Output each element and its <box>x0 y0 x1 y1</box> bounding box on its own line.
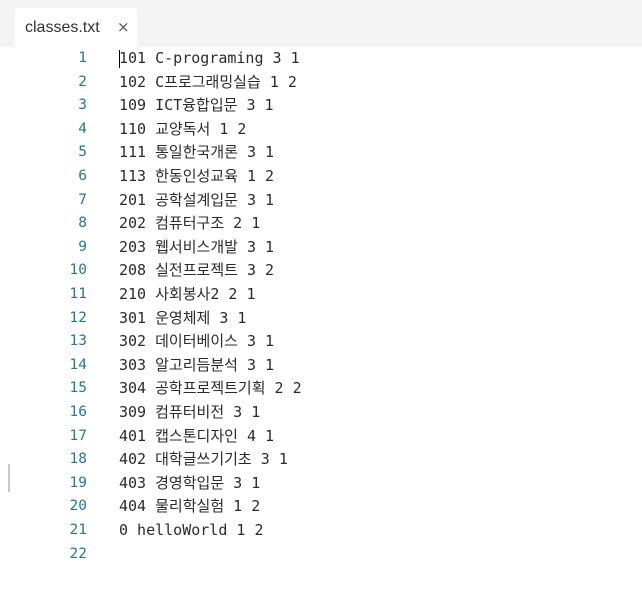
line-number-gutter: 1 2 3 4 5 6 7 8 9 10 11 12 13 14 15 16 17 18 19 20 21 22 <box>15 47 105 613</box>
line-number: 15 <box>69 380 87 397</box>
line-number: 6 <box>78 168 87 184</box>
editor-line[interactable]: 404 물리학실험 1 2 <box>119 495 642 519</box>
editor-line[interactable]: 0 helloWorld 1 2 <box>119 519 642 543</box>
line-number: 5 <box>78 144 87 161</box>
editor-line[interactable]: 101 C-programing 3 1 <box>119 47 642 71</box>
line-number: 9 <box>78 238 87 255</box>
editor-line[interactable]: 203 웹서비스개발 3 1 <box>119 236 642 260</box>
editor-line[interactable]: 210 사회봉사2 2 1 <box>119 283 642 307</box>
line-number: 2 <box>78 73 87 90</box>
editor-line[interactable]: 202 컴퓨터구조 2 1 <box>119 212 642 236</box>
editor-line[interactable]: 403 경영학입문 3 1 <box>119 472 642 496</box>
editor-line[interactable]: 110 교양독서 1 2 <box>119 118 642 142</box>
line-number: 10 <box>69 262 87 279</box>
line-number: 16 <box>69 404 87 420</box>
editor-line[interactable]: 201 공학설계입문 3 1 <box>119 189 642 213</box>
editor-line[interactable]: 401 캡스톤디자인 4 1 <box>119 425 642 449</box>
close-icon[interactable]: × <box>117 18 130 36</box>
editor-line[interactable]: 301 운영체제 3 1 <box>119 307 642 331</box>
line-number: 7 <box>78 191 87 208</box>
line-number: 13 <box>69 333 87 350</box>
text-editor[interactable]: 1 2 3 4 5 6 7 8 9 10 11 12 13 14 15 16 17 18 19 20 21 22 101 … <box>15 47 642 613</box>
tab-classes-txt[interactable]: classes.txt × <box>15 8 137 47</box>
line-number: 18 <box>69 451 87 468</box>
line-number: 1 <box>78 50 87 66</box>
text-cursor <box>119 50 120 68</box>
line-number: 17 <box>69 427 87 444</box>
editor-line[interactable]: 303 알고리듬분석 3 1 <box>119 354 642 378</box>
editor-line[interactable]: 208 실전프로젝트 3 2 <box>119 259 642 283</box>
editor-line[interactable]: 304 공학프로젝트기획 2 2 <box>119 377 642 401</box>
line-number: 21 <box>69 522 87 538</box>
line-number: 14 <box>69 356 87 373</box>
editor-line[interactable]: 109 ICT융합입문 3 1 <box>119 94 642 118</box>
editor-line[interactable]: 111 통일한국개론 3 1 <box>119 141 642 165</box>
line-number: 4 <box>78 120 87 137</box>
line-number: 3 <box>78 97 87 114</box>
editor-line[interactable]: 309 컴퓨터비전 3 1 <box>119 401 642 425</box>
editor-line[interactable]: 302 데이터베이스 3 1 <box>119 330 642 354</box>
line-number: 8 <box>78 215 87 232</box>
line-number: 22 <box>69 545 87 562</box>
tab-label: classes.txt <box>25 19 100 36</box>
line-number: 11 <box>69 286 87 302</box>
editor-line[interactable]: 102 C프로그래밍실습 1 2 <box>119 71 642 95</box>
editor-line[interactable]: 113 한동인성교육 1 2 <box>119 165 642 189</box>
editor-line[interactable] <box>119 543 642 567</box>
line-number: 19 <box>69 474 87 491</box>
sash-handle[interactable] <box>8 464 10 492</box>
left-margin <box>0 47 15 613</box>
line-number: 20 <box>69 498 87 515</box>
tab-bar: classes.txt × <box>0 0 642 47</box>
editor-line[interactable]: 402 대학글쓰기기초 3 1 <box>119 448 642 472</box>
line-number: 12 <box>69 309 87 326</box>
